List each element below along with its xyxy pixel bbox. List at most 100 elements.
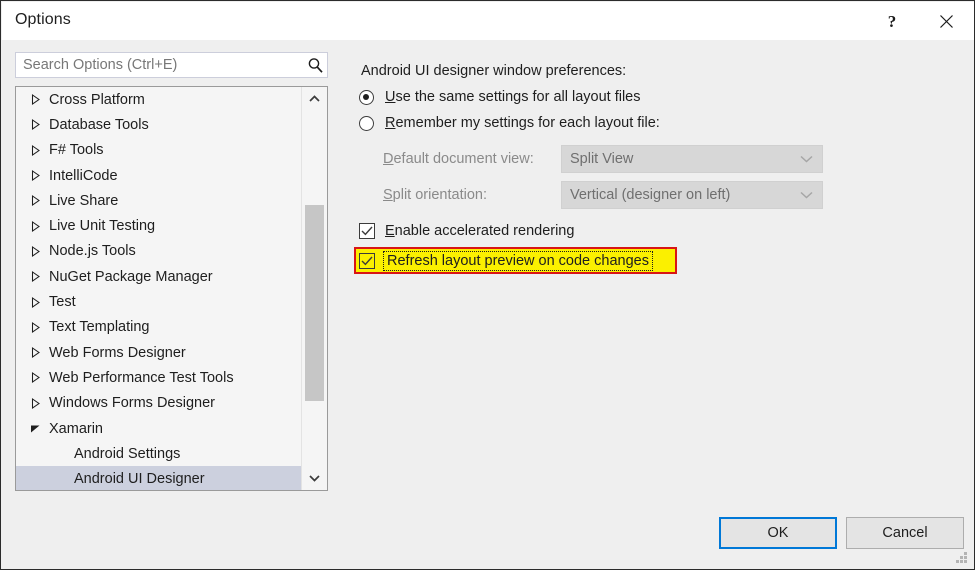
preferences-heading: Android UI designer window preferences: bbox=[361, 63, 627, 79]
title-bar: Options ? bbox=[2, 2, 974, 40]
tree-item-label: Node.js Tools bbox=[49, 243, 136, 260]
checkbox-enable-accelerated-rendering[interactable]: Enable accelerated rendering bbox=[359, 223, 574, 239]
tree-item-label: Live Unit Testing bbox=[49, 218, 156, 235]
tree-item-label: Android Settings bbox=[74, 445, 181, 462]
tree-item[interactable]: Database Tools bbox=[16, 112, 301, 137]
grip-dot bbox=[956, 560, 959, 563]
tree-collapsed-icon[interactable] bbox=[30, 220, 49, 232]
question-mark-icon: ? bbox=[887, 12, 897, 31]
tree-collapsed-icon[interactable] bbox=[30, 94, 49, 106]
tree-item[interactable]: Live Unit Testing bbox=[16, 213, 301, 238]
tree-collapsed-icon[interactable] bbox=[30, 271, 49, 283]
help-button[interactable]: ? bbox=[869, 3, 915, 40]
tree-item-label: Web Performance Test Tools bbox=[49, 369, 234, 386]
tree-item-label: Xamarin bbox=[49, 420, 103, 437]
scrollbar-thumb[interactable] bbox=[305, 205, 324, 401]
options-tree[interactable]: Cross Platform Database Tools F# Tools Inte… bbox=[16, 87, 301, 490]
grip-dot bbox=[964, 556, 967, 559]
tree-collapsed-icon[interactable] bbox=[30, 245, 49, 257]
tree-item[interactable]: F# Tools bbox=[16, 138, 301, 163]
tree-scrollbar[interactable] bbox=[301, 87, 327, 490]
tree-item-label: Web Forms Designer bbox=[49, 344, 186, 361]
radio-label: Use the same settings for all layout fil… bbox=[385, 89, 641, 105]
tree-item-label: Test bbox=[49, 294, 76, 311]
checkbox-checked-icon[interactable] bbox=[359, 252, 375, 269]
chevron-down-icon bbox=[800, 151, 813, 167]
accel-key: R bbox=[385, 115, 396, 131]
tree-collapsed-icon[interactable] bbox=[30, 119, 49, 131]
checkbox-checked-icon[interactable] bbox=[359, 223, 375, 239]
window-title: Options bbox=[15, 11, 71, 28]
tree-item[interactable]: Web Performance Test Tools bbox=[16, 365, 301, 390]
ok-button[interactable]: OK bbox=[719, 517, 837, 549]
tree-collapsed-icon[interactable] bbox=[30, 321, 49, 333]
search-icon[interactable] bbox=[303, 53, 327, 77]
tree-collapsed-icon[interactable] bbox=[30, 195, 49, 207]
tree-collapsed-icon[interactable] bbox=[30, 144, 49, 156]
search-box[interactable] bbox=[15, 52, 328, 78]
tree-item-label: IntelliCode bbox=[49, 167, 118, 184]
tree-collapsed-icon[interactable] bbox=[30, 372, 49, 384]
tree-item-label: Database Tools bbox=[49, 116, 149, 133]
tree-collapsed-icon[interactable] bbox=[30, 170, 49, 182]
label-rest: se the same settings for all layout file… bbox=[395, 89, 641, 105]
options-dialog: Options ? Cross Platform Database Tools F#… bbox=[0, 0, 975, 570]
grip-dot bbox=[960, 556, 963, 559]
search-input[interactable] bbox=[16, 54, 303, 76]
radio-use-same-settings[interactable]: Use the same settings for all layout fil… bbox=[359, 89, 641, 105]
tree-item[interactable]: Android UI Designer bbox=[16, 466, 301, 490]
scroll-down-icon[interactable] bbox=[302, 466, 327, 490]
tree-item-label: Android UI Designer bbox=[74, 471, 205, 488]
resize-grip[interactable] bbox=[956, 552, 969, 565]
radio-label: Remember my settings for each layout fil… bbox=[385, 115, 660, 131]
tree-item[interactable]: Xamarin bbox=[16, 416, 301, 441]
label-rest: plit orientation: bbox=[392, 187, 487, 203]
field-label: Split orientation: bbox=[383, 187, 561, 203]
tree-item[interactable]: Text Templating bbox=[16, 315, 301, 340]
chevron-down-icon bbox=[800, 187, 813, 203]
tree-item-label: NuGet Package Manager bbox=[49, 268, 213, 285]
dropdown-value: Vertical (designer on left) bbox=[570, 187, 731, 203]
label-rest: emember my settings for each layout file… bbox=[395, 115, 660, 131]
tree-item[interactable]: Windows Forms Designer bbox=[16, 391, 301, 416]
tree-collapsed-icon[interactable] bbox=[30, 347, 49, 359]
tree-item[interactable]: IntelliCode bbox=[16, 163, 301, 188]
split-orientation-dropdown[interactable]: Vertical (designer on left) bbox=[561, 181, 823, 209]
tree-expanded-icon[interactable] bbox=[30, 423, 49, 434]
radio-mark-icon[interactable] bbox=[359, 115, 374, 131]
grip-dot bbox=[964, 552, 967, 555]
tree-item[interactable]: Web Forms Designer bbox=[16, 340, 301, 365]
field-split-orientation: Split orientation: Vertical (designer on… bbox=[383, 181, 823, 209]
default-document-view-dropdown[interactable]: Split View bbox=[561, 145, 823, 173]
checkbox-label: Enable accelerated rendering bbox=[385, 223, 574, 239]
options-tree-panel: Cross Platform Database Tools F# Tools Inte… bbox=[15, 86, 328, 491]
tree-collapsed-icon[interactable] bbox=[30, 296, 49, 308]
tree-item-label: Live Share bbox=[49, 192, 119, 209]
scroll-up-icon[interactable] bbox=[302, 87, 327, 111]
accel-key: D bbox=[383, 151, 394, 167]
field-default-document-view: Default document view: Split View bbox=[383, 145, 823, 173]
tree-item-label: F# Tools bbox=[49, 142, 104, 159]
tree-item[interactable]: Test bbox=[16, 289, 301, 314]
tree-item[interactable]: Android Settings bbox=[16, 441, 301, 466]
checkbox-label: Refresh layout preview on code changes bbox=[383, 250, 653, 271]
close-icon bbox=[939, 15, 953, 28]
accel-key: S bbox=[383, 187, 393, 203]
close-button[interactable] bbox=[923, 3, 969, 40]
accel-key: U bbox=[385, 89, 396, 105]
accel-key: E bbox=[385, 223, 395, 239]
label-rest: efault document view: bbox=[393, 151, 534, 167]
radio-mark-icon[interactable] bbox=[359, 89, 374, 105]
field-label: Default document view: bbox=[383, 151, 561, 167]
checkbox-refresh-layout-preview-highlighted[interactable]: Refresh layout preview on code changes bbox=[354, 247, 677, 274]
tree-item[interactable]: Cross Platform bbox=[16, 87, 301, 112]
tree-item[interactable]: NuGet Package Manager bbox=[16, 264, 301, 289]
grip-dot bbox=[960, 560, 963, 563]
tree-item-label: Text Templating bbox=[49, 319, 150, 336]
tree-item[interactable]: Node.js Tools bbox=[16, 239, 301, 264]
tree-item-label: Cross Platform bbox=[49, 91, 145, 108]
radio-remember-per-file[interactable]: Remember my settings for each layout fil… bbox=[359, 115, 660, 131]
tree-collapsed-icon[interactable] bbox=[30, 397, 49, 409]
tree-item[interactable]: Live Share bbox=[16, 188, 301, 213]
cancel-button[interactable]: Cancel bbox=[846, 517, 964, 549]
